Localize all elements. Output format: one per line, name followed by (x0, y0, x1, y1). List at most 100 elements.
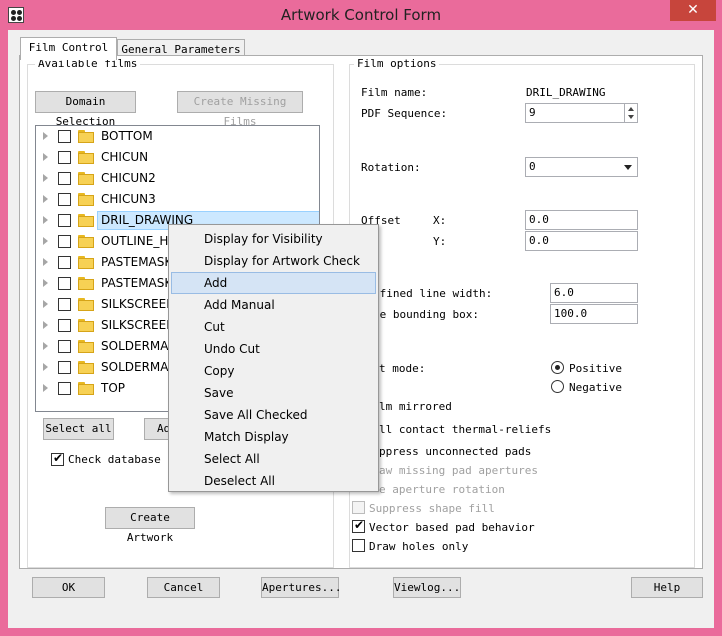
positive-label: Positive (569, 362, 622, 375)
expand-arrow-icon[interactable] (43, 363, 48, 371)
folder-icon (78, 340, 94, 353)
window-border-left (0, 30, 8, 636)
cancel-button[interactable]: Cancel (147, 577, 220, 598)
expand-arrow-icon[interactable] (43, 279, 48, 287)
folder-icon (78, 193, 94, 206)
menu-item-match-display[interactable]: Match Display (171, 426, 376, 448)
help-button[interactable]: Help (631, 577, 703, 598)
expand-arrow-icon[interactable] (43, 384, 48, 392)
tree-item[interactable]: CHICUN (36, 147, 319, 168)
expand-arrow-icon[interactable] (43, 174, 48, 182)
film-label: PASTEMASK (101, 255, 173, 269)
film-checkbox[interactable] (58, 256, 71, 269)
menu-item-save-all-checked[interactable]: Save All Checked (171, 404, 376, 426)
vector-based-label: Vector based pad behavior (369, 521, 535, 534)
expand-arrow-icon[interactable] (43, 342, 48, 350)
offset-y-input[interactable]: 0.0 (525, 231, 638, 251)
film-label: BOTTOM (101, 129, 153, 143)
menu-item-add-manual[interactable]: Add Manual (171, 294, 376, 316)
create-artwork-button[interactable]: Create Artwork (105, 507, 195, 544)
menu-item-cut[interactable]: Cut (171, 316, 376, 338)
apertures-button[interactable]: Apertures... (261, 577, 341, 598)
tree-item[interactable]: CHICUN3 (36, 189, 319, 210)
window-border-right (714, 30, 722, 636)
film-checkbox[interactable] (58, 382, 71, 395)
rotation-select[interactable]: 0 (525, 157, 638, 177)
domain-selection-button[interactable]: Domain Selection (35, 91, 136, 128)
menu-item-copy[interactable]: Copy (171, 360, 376, 382)
pdf-sequence-label: PDF Sequence: (361, 107, 448, 120)
rotation-label: Rotation: (361, 161, 421, 174)
menu-item-select-all[interactable]: Select All (171, 448, 376, 470)
film-checkbox[interactable] (58, 151, 71, 164)
tree-item[interactable]: BOTTOM (36, 126, 319, 147)
film-options-label: Film options (354, 57, 440, 70)
expand-arrow-icon[interactable] (43, 216, 48, 224)
film-checkbox[interactable] (58, 277, 71, 290)
folder-icon (78, 130, 94, 143)
film-checkbox[interactable] (58, 214, 71, 227)
film-checkbox[interactable] (58, 172, 71, 185)
menu-item-display-for-visibility[interactable]: Display for Visibility (171, 228, 376, 250)
film-checkbox[interactable] (58, 235, 71, 248)
tab-film-control[interactable]: Film Control (20, 37, 117, 60)
film-label: CHICUN (101, 150, 149, 164)
spinner-icon[interactable] (624, 104, 637, 122)
film-checkbox[interactable] (58, 193, 71, 206)
film-checkbox[interactable] (58, 130, 71, 143)
vector-based-checkbox[interactable]: ✔ (352, 518, 365, 533)
menu-item-deselect-all[interactable]: Deselect All (171, 470, 376, 492)
expand-arrow-icon[interactable] (43, 258, 48, 266)
film-name-label: Film name: (361, 86, 428, 99)
expand-arrow-icon[interactable] (43, 195, 48, 203)
context-menu: Display for Visibility Display for Artwo… (168, 224, 379, 492)
draw-missing-label: aw missing pad apertures (379, 464, 538, 477)
film-label: PASTEMASK (101, 276, 173, 290)
menu-item-save[interactable]: Save (171, 382, 376, 404)
window-title: Artwork Control Form (280, 6, 442, 24)
film-checkbox[interactable] (58, 298, 71, 311)
draw-holes-checkbox[interactable] (352, 539, 365, 552)
folder-icon (78, 172, 94, 185)
film-checkbox[interactable] (58, 361, 71, 374)
menu-item-undo-cut[interactable]: Undo Cut (171, 338, 376, 360)
folder-icon (78, 277, 94, 290)
folder-icon (78, 361, 94, 374)
film-label: CHICUN2 (101, 171, 156, 185)
close-button[interactable]: ✕ (670, 0, 716, 21)
menu-item-add[interactable]: Add (171, 272, 376, 294)
expand-arrow-icon[interactable] (43, 321, 48, 329)
shape-bounding-box-input[interactable]: 100.0 (550, 304, 638, 324)
chevron-down-icon (624, 165, 632, 170)
expand-arrow-icon[interactable] (43, 237, 48, 245)
expand-arrow-icon[interactable] (43, 300, 48, 308)
suppress-shape-fill-label: Suppress shape fill (369, 502, 495, 515)
negative-radio[interactable] (551, 380, 564, 393)
offset-x-input[interactable]: 0.0 (525, 210, 638, 230)
film-label: TOP (101, 381, 126, 395)
folder-icon (78, 319, 94, 332)
film-label: SILKSCREEN (101, 297, 176, 311)
menu-item-display-for-artwork-check[interactable]: Display for Artwork Check (171, 250, 376, 272)
positive-radio[interactable] (551, 361, 564, 374)
check-database-checkbox[interactable]: ✔ (51, 451, 64, 466)
tree-item[interactable]: CHICUN2 (36, 168, 319, 189)
viewlog-button[interactable]: Viewlog... (393, 577, 461, 598)
film-label: SILKSCREEN (101, 318, 176, 332)
film-checkbox[interactable] (58, 319, 71, 332)
expand-arrow-icon[interactable] (43, 153, 48, 161)
undefined-line-width-input[interactable]: 6.0 (550, 283, 638, 303)
expand-arrow-icon[interactable] (43, 132, 48, 140)
ok-button[interactable]: OK (32, 577, 105, 598)
film-label: OUTLINE_H (101, 234, 169, 248)
suppress-unconnected-label: ppress unconnected pads (379, 445, 532, 458)
folder-icon (78, 256, 94, 269)
window-border-bottom (0, 628, 722, 636)
film-checkbox[interactable] (58, 340, 71, 353)
select-all-button[interactable]: Select all (43, 418, 114, 440)
film-mirrored-label: lm mirrored (379, 400, 452, 413)
title-bar[interactable]: Artwork Control Form ✕ (0, 0, 722, 30)
pdf-sequence-stepper[interactable]: 9 (525, 103, 638, 123)
folder-icon (78, 298, 94, 311)
film-label: CHICUN3 (101, 192, 156, 206)
